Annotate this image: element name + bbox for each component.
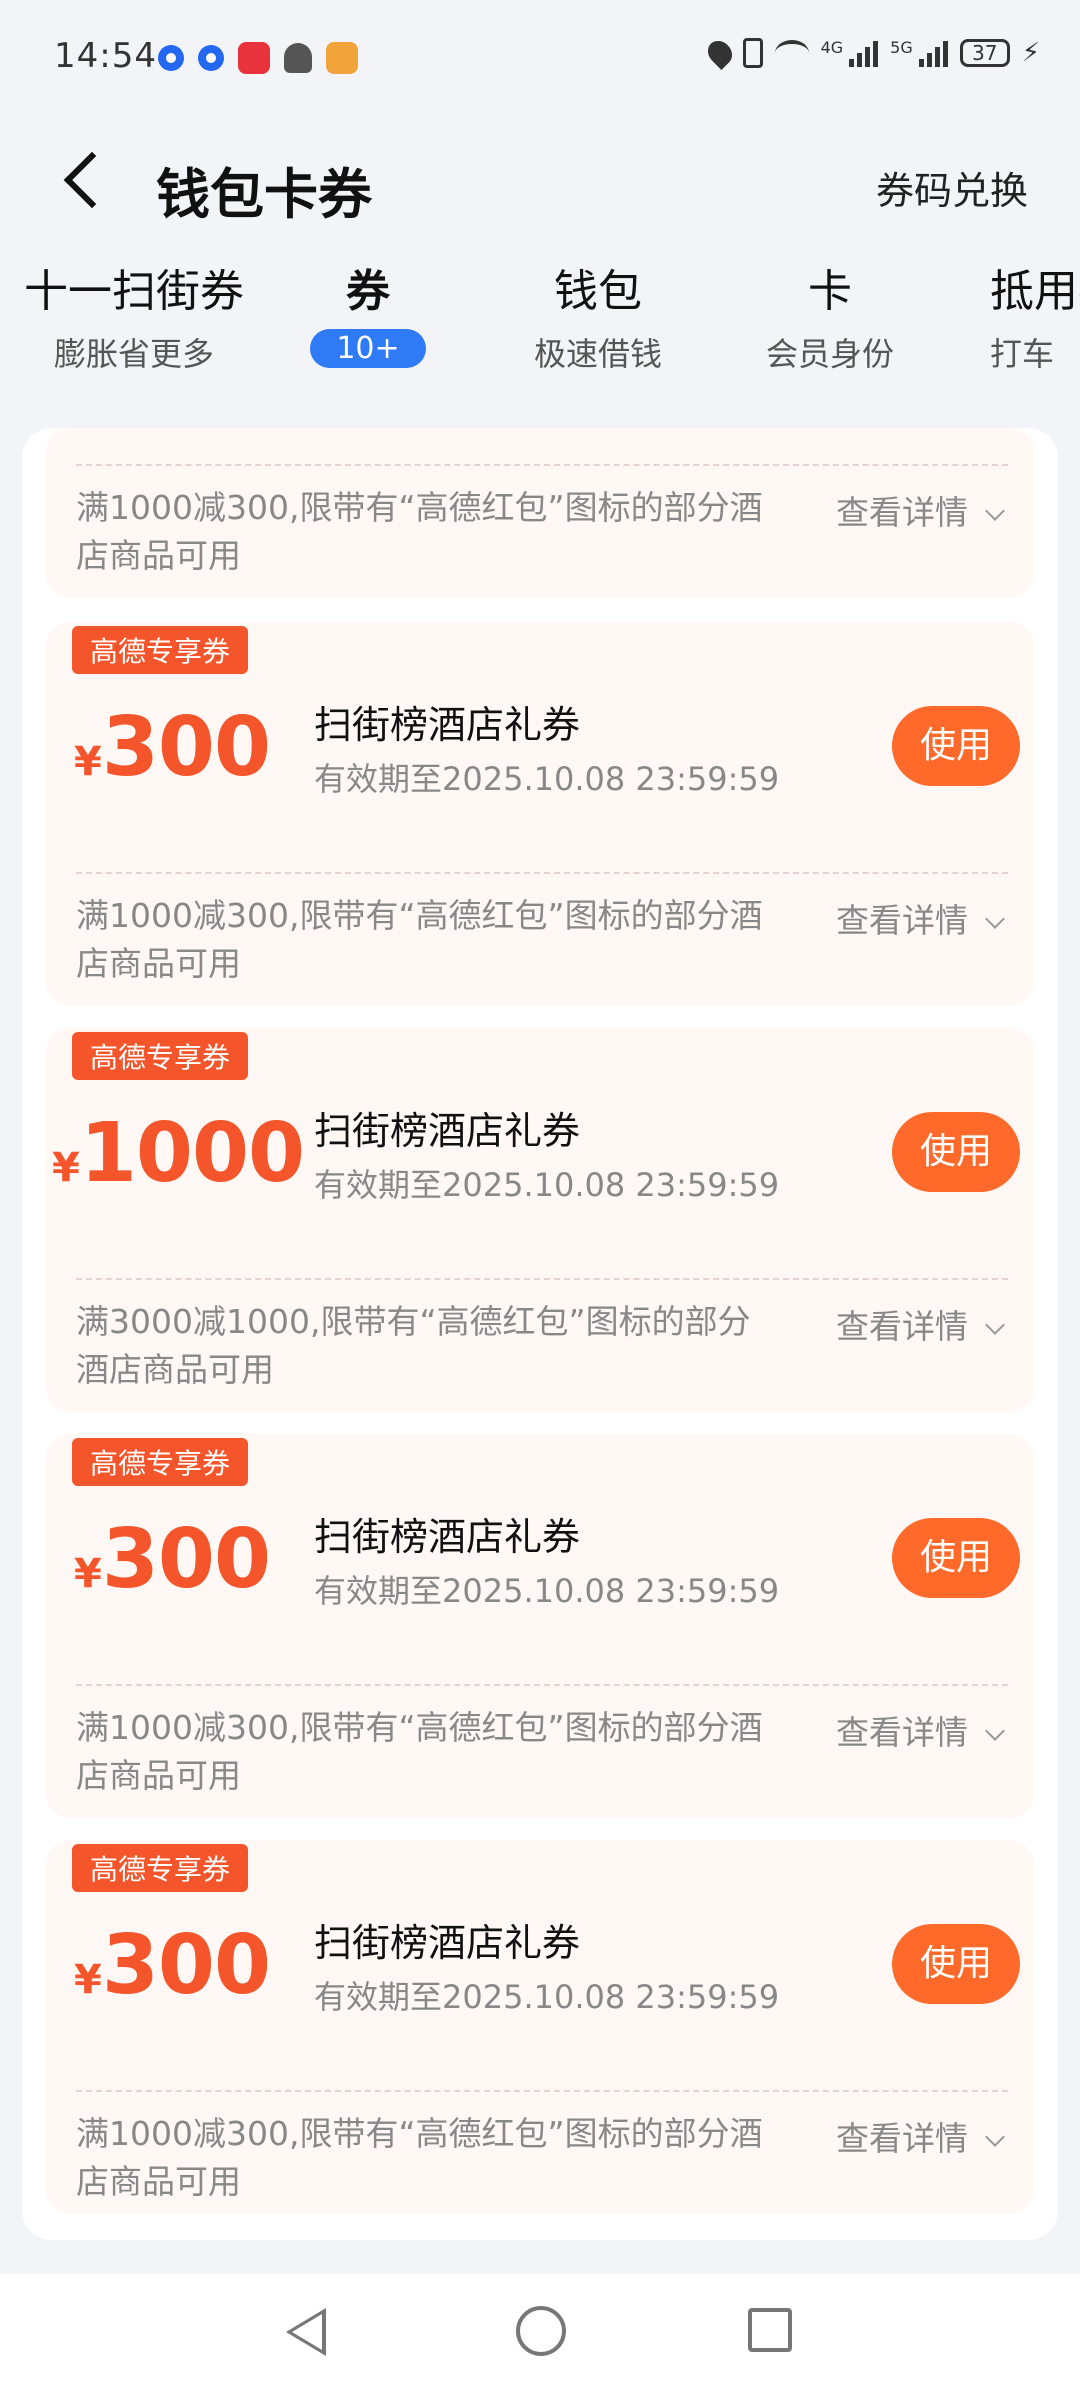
nav-recents-icon[interactable] — [748, 2308, 792, 2352]
dashed-divider — [76, 464, 1008, 466]
coupon-name: 扫街榜酒店礼券 — [314, 1109, 581, 1153]
chevron-down-icon — [985, 501, 1005, 521]
chevron-down-icon — [985, 1721, 1005, 1741]
coupon-validity: 有效期至2025.10.08 23:59:59 — [314, 760, 780, 798]
coupon-condition: 满1000减300,限带有“高德红包”图标的部分酒店商品可用 — [76, 896, 763, 983]
coupon-condition: 满3000减1000,限带有“高德红包”图标的部分酒店商品可用 — [76, 1302, 751, 1389]
tab-wallet[interactable]: 钱包 极速借钱 — [528, 255, 668, 375]
coupon-card: 高德专享券 ¥300 扫街榜酒店礼券 有效期至2025.10.08 23:59:… — [46, 622, 1034, 1006]
nav-home-icon[interactable] — [516, 2306, 566, 2356]
tab-subtitle: 打车 — [990, 335, 1055, 373]
network-type-label: 5G — [890, 38, 913, 57]
coupon-tag: 高德专享券 — [72, 1438, 249, 1486]
wifi-icon — [774, 40, 809, 66]
location-icon — [702, 36, 737, 70]
coupon-name: 扫街榜酒店礼券 — [314, 1515, 581, 1559]
notification-icons — [158, 42, 358, 74]
coupon-validity: 有效期至2025.10.08 23:59:59 — [314, 1572, 780, 1610]
status-bar: 14:54 4G 5G 37 ⚡ — [0, 0, 1080, 120]
signal-icon — [849, 39, 879, 67]
redeem-code-button[interactable]: 券码兑换 — [876, 160, 1028, 215]
system-icons: 4G 5G 37 ⚡ — [702, 36, 1040, 70]
coupon-amount: ¥1000 — [52, 1106, 305, 1201]
category-tabs: 十一扫街券 膨胀省更多 券 10+ 钱包 极速借钱 卡 会员身份 抵用券 打车 — [0, 255, 1080, 395]
tab-title: 券 — [346, 266, 390, 317]
coupon-amount: ¥300 — [74, 1512, 271, 1607]
view-details-link[interactable]: 查看详情 — [836, 1300, 1005, 1348]
coupon-tag: 高德专享券 — [72, 1032, 249, 1080]
tab-title: 抵用券 — [990, 266, 1080, 317]
tab-vouchers[interactable]: 抵用券 打车 — [990, 255, 1080, 375]
tab-subtitle: 膨胀省更多 — [53, 335, 214, 373]
coupon-tag: 高德专享券 — [72, 1844, 249, 1892]
tab-title: 钱包 — [554, 266, 642, 317]
view-details-link[interactable]: 查看详情 — [836, 2112, 1005, 2160]
chevron-down-icon — [985, 2127, 1005, 2147]
dashed-divider — [76, 2090, 1008, 2092]
status-time: 14:54 — [54, 36, 157, 76]
coupon-list: 满1000减300,限带有“高德红包”图标的部分酒店商品可用 查看详情 高德专享… — [22, 428, 1058, 2240]
tab-title: 十一扫街券 — [24, 266, 244, 317]
tab-subtitle: 极速借钱 — [533, 335, 662, 373]
app-notification-icon — [238, 42, 270, 74]
chevron-down-icon — [985, 1315, 1005, 1335]
use-button[interactable]: 使用 — [892, 706, 1020, 786]
tab-subtitle: 会员身份 — [765, 335, 894, 373]
page-title: 钱包卡券 — [156, 163, 372, 226]
tab-street-coupon[interactable]: 十一扫街券 膨胀省更多 — [24, 255, 244, 375]
view-details-link[interactable]: 查看详情 — [836, 1706, 1005, 1754]
coupon-validity: 有效期至2025.10.08 23:59:59 — [314, 1978, 780, 2016]
coupon-name: 扫街榜酒店礼券 — [314, 1921, 581, 1965]
app-notification-icon — [158, 45, 184, 71]
chevron-down-icon — [985, 909, 1005, 929]
tab-coupons[interactable]: 券 10+ — [300, 255, 436, 368]
use-button[interactable]: 使用 — [892, 1924, 1020, 2004]
charging-icon: ⚡ — [1021, 38, 1040, 68]
coupon-card: 高德专享券 ¥300 扫街榜酒店礼券 有效期至2025.10.08 23:59:… — [46, 1840, 1034, 2214]
coupon-card: 高德专享券 ¥1000 扫街榜酒店礼券 有效期至2025.10.08 23:59… — [46, 1028, 1034, 1412]
signal-icon — [918, 39, 948, 67]
nav-back-icon[interactable] — [286, 2308, 326, 2356]
tab-title: 卡 — [808, 266, 852, 317]
coupon-validity: 有效期至2025.10.08 23:59:59 — [314, 1166, 780, 1204]
qq-icon — [284, 43, 312, 73]
coupon-tag: 高德专享券 — [72, 626, 249, 674]
back-arrow-icon — [63, 151, 121, 209]
battery-icon: 37 — [959, 39, 1010, 67]
app-notification-icon — [326, 42, 358, 74]
dashed-divider — [76, 1684, 1008, 1686]
dashed-divider — [76, 1278, 1008, 1280]
back-button[interactable] — [54, 130, 121, 230]
use-button[interactable]: 使用 — [892, 1518, 1020, 1598]
tab-count-badge: 10+ — [310, 329, 426, 368]
vibrate-icon — [742, 38, 763, 68]
coupon-amount: ¥300 — [74, 700, 271, 795]
dashed-divider — [76, 872, 1008, 874]
tab-cards[interactable]: 卡 会员身份 — [758, 255, 902, 375]
app-notification-icon — [198, 45, 224, 71]
network-type-label: 4G — [820, 38, 844, 57]
coupon-card: 满1000减300,限带有“高德红包”图标的部分酒店商品可用 查看详情 — [46, 428, 1034, 598]
system-nav-bar — [0, 2274, 1080, 2388]
coupon-card: 高德专享券 ¥300 扫街榜酒店礼券 有效期至2025.10.08 23:59:… — [46, 1434, 1034, 1818]
coupon-condition: 满1000减300,限带有“高德红包”图标的部分酒店商品可用 — [76, 2114, 763, 2201]
app-header: 钱包卡券 券码兑换 — [0, 120, 1080, 240]
coupon-condition: 满1000减300,限带有“高德红包”图标的部分酒店商品可用 — [76, 488, 763, 575]
coupon-condition: 满1000减300,限带有“高德红包”图标的部分酒店商品可用 — [76, 1708, 763, 1795]
view-details-link[interactable]: 查看详情 — [836, 894, 1005, 942]
use-button[interactable]: 使用 — [892, 1112, 1020, 1192]
view-details-link[interactable]: 查看详情 — [836, 486, 1005, 534]
coupon-amount: ¥300 — [74, 1918, 271, 2013]
coupon-name: 扫街榜酒店礼券 — [314, 703, 581, 747]
